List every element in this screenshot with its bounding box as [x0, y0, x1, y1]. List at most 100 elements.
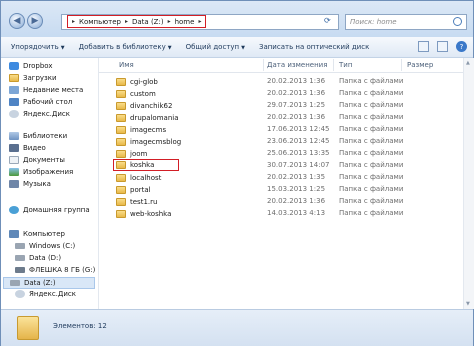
- column-date[interactable]: Дата изменения: [267, 61, 327, 69]
- folder-icon: [116, 149, 126, 158]
- yandex-disk-icon: [15, 290, 25, 298]
- file-name-cell: custom: [116, 88, 156, 99]
- sidebar-item-yandex-disk-2[interactable]: Яндекс.Диск: [15, 290, 76, 298]
- file-name-cell: test1.ru: [116, 196, 157, 207]
- table-row[interactable]: joom 25.06.2013 13:35 Папка с файлами: [99, 148, 463, 159]
- table-row[interactable]: web-koshka 14.03.2013 4:13 Папка с файла…: [99, 208, 463, 219]
- view-options-icon[interactable]: [418, 41, 429, 52]
- vertical-scrollbar[interactable]: ▲ ▼: [463, 58, 474, 309]
- sidebar-item-drive-d[interactable]: Data (D:): [15, 254, 61, 262]
- sidebar-label: Яндекс.Диск: [29, 290, 76, 298]
- file-type: Папка с файлами: [339, 161, 404, 169]
- chevron-right-icon: ▸: [72, 18, 76, 25]
- table-row[interactable]: custom 20.02.2013 1:36 Папка с файлами: [99, 88, 463, 99]
- chevron-right-icon: ▸: [167, 18, 171, 25]
- table-row[interactable]: drupalomania 20.02.2013 1:36 Папка с фай…: [99, 112, 463, 123]
- item-count: Элементов: 12: [53, 322, 107, 330]
- file-type: Папка с файлами: [339, 209, 404, 217]
- table-row[interactable]: localhost 20.02.2013 1:35 Папка с файлам…: [99, 172, 463, 183]
- sidebar-label: Домашняя группа: [23, 206, 90, 214]
- sidebar-label: Видео: [23, 144, 46, 152]
- chevron-right-icon: ▸: [124, 18, 128, 25]
- table-row[interactable]: portal 15.03.2013 1:25 Папка с файлами: [99, 184, 463, 195]
- file-date: 20.02.2013 1:36: [267, 89, 326, 97]
- organize-button[interactable]: Упорядочить ▼: [11, 43, 65, 51]
- recent-places-icon: [9, 86, 19, 94]
- table-row-highlighted[interactable]: koshka 30.07.2013 14:07 Папка с файлами: [99, 159, 463, 171]
- sidebar-item-documents[interactable]: Документы: [9, 156, 65, 164]
- breadcrumb-home[interactable]: home: [175, 18, 195, 26]
- explorer-window: ◀ ▶ ▸ Компьютер ▸ Data (Z:) ▸ home ▸ ⟳ П…: [0, 0, 474, 346]
- sidebar-label: Data (Z:): [24, 279, 56, 287]
- drive-icon: [15, 255, 25, 261]
- sidebar-item-drive-g[interactable]: ФЛЕШКА 8 ГБ (G:): [15, 266, 95, 274]
- file-name: divanchik62: [130, 101, 173, 110]
- file-type: Папка с файлами: [339, 149, 404, 157]
- file-date: 30.07.2013 14:07: [267, 161, 330, 169]
- column-size[interactable]: Размер: [407, 61, 433, 69]
- sidebar-item-dropbox[interactable]: Dropbox: [9, 62, 53, 70]
- dropbox-icon: [9, 62, 19, 70]
- sidebar-label: Загрузки: [23, 74, 57, 82]
- file-name-cell: koshka: [113, 159, 180, 171]
- sidebar-item-drive-z[interactable]: Data (Z:): [3, 277, 95, 289]
- column-name[interactable]: Имя: [119, 61, 134, 69]
- file-date: 14.03.2013 4:13: [267, 209, 326, 217]
- refresh-icon[interactable]: ⟳: [324, 16, 331, 25]
- sidebar-label: Windows (C:): [29, 242, 76, 250]
- back-button[interactable]: ◀: [9, 13, 25, 29]
- column-type[interactable]: Тип: [339, 61, 352, 69]
- scroll-up-icon[interactable]: ▲: [466, 60, 470, 66]
- table-row[interactable]: imagecmsblog 23.06.2013 12:45 Папка с фа…: [99, 136, 463, 147]
- sidebar-item-homegroup[interactable]: Домашняя группа: [9, 206, 90, 214]
- help-icon[interactable]: ?: [456, 41, 467, 52]
- table-row[interactable]: divanchik62 29.07.2013 1:25 Папка с файл…: [99, 100, 463, 111]
- sidebar-item-computer[interactable]: Компьютер: [9, 230, 65, 238]
- sidebar-item-video[interactable]: Видео: [9, 144, 46, 152]
- add-to-library-button[interactable]: Добавить в библиотеку ▼: [79, 43, 172, 51]
- file-name: imagecmsblog: [130, 137, 182, 146]
- column-divider[interactable]: [263, 59, 264, 71]
- navigation-pane: Dropbox Загрузки Недавние места Рабочий …: [1, 58, 99, 309]
- sidebar-label: Яндекс.Диск: [23, 110, 70, 118]
- libraries-icon: [9, 132, 19, 140]
- downloads-icon: [9, 74, 19, 82]
- file-type: Папка с файлами: [339, 197, 404, 205]
- column-divider[interactable]: [401, 59, 402, 71]
- preview-pane-icon[interactable]: [437, 41, 448, 52]
- sidebar-item-downloads[interactable]: Загрузки: [9, 74, 57, 82]
- search-input[interactable]: Поиск: home: [345, 14, 467, 30]
- sidebar-item-drive-c[interactable]: Windows (C:): [15, 242, 75, 250]
- file-date: 20.02.2013 1:35: [267, 173, 326, 181]
- address-path[interactable]: ▸ Компьютер ▸ Data (Z:) ▸ home ▸: [67, 15, 207, 28]
- table-row[interactable]: cgi-glob 20.02.2013 1:36 Папка с файлами: [99, 76, 463, 87]
- computer-icon: [9, 230, 19, 238]
- desktop-icon: [9, 98, 19, 106]
- sidebar-item-recent[interactable]: Недавние места: [9, 86, 83, 94]
- file-name-cell: imagecms: [116, 124, 166, 135]
- folder-icon: [116, 137, 126, 146]
- file-date: 20.02.2013 1:36: [267, 197, 326, 205]
- sidebar-item-libraries[interactable]: Библиотеки: [9, 132, 67, 140]
- sidebar-item-images[interactable]: Изображения: [9, 168, 73, 176]
- column-divider[interactable]: [333, 59, 334, 71]
- table-row[interactable]: test1.ru 20.02.2013 1:36 Папка с файлами: [99, 196, 463, 207]
- file-name: imagecms: [130, 125, 167, 134]
- table-row[interactable]: imagecms 17.06.2013 12:45 Папка с файлам…: [99, 124, 463, 135]
- file-date: 17.06.2013 12:45: [267, 125, 330, 133]
- breadcrumb-drive[interactable]: Data (Z:): [132, 18, 164, 26]
- chevron-right-icon: ▸: [198, 18, 202, 25]
- search-icon: [453, 17, 462, 26]
- share-button[interactable]: Общий доступ ▼: [186, 43, 245, 51]
- column-header-row: Имя Дата изменения Тип Размер: [99, 58, 463, 73]
- file-name: cgi-glob: [130, 77, 158, 86]
- breadcrumb-computer[interactable]: Компьютер: [79, 18, 121, 26]
- sidebar-item-desktop[interactable]: Рабочий стол: [9, 98, 72, 106]
- forward-button[interactable]: ▶: [27, 13, 43, 29]
- burn-button[interactable]: Записать на оптический диск: [259, 43, 369, 51]
- folder-icon: [116, 197, 126, 206]
- sidebar-item-music[interactable]: Музыка: [9, 180, 51, 188]
- sidebar-item-yandex-disk[interactable]: Яндекс.Диск: [9, 110, 70, 118]
- yandex-disk-icon: [9, 110, 19, 118]
- scroll-down-icon[interactable]: ▼: [466, 301, 470, 307]
